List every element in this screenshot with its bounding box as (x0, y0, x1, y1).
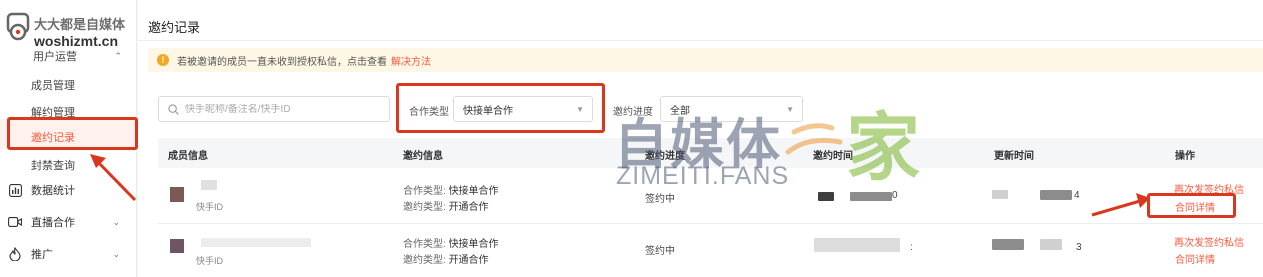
annotation-arrows (90, 154, 1150, 217)
